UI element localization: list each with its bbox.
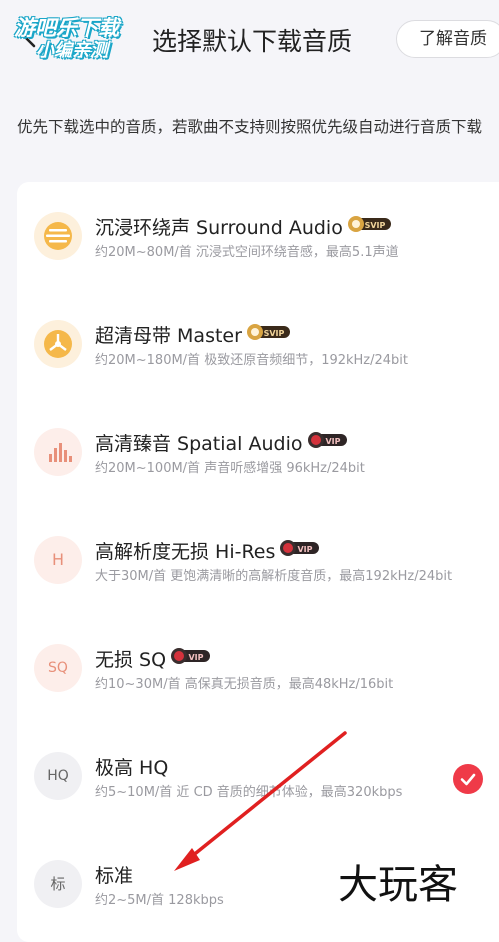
watermark-top-line2: 小编亲测 (36, 40, 108, 61)
svip-badge: SVIP (246, 323, 290, 346)
quality-option-spatial[interactable]: 高清臻音 Spatial Audio VIP 约20M~100M/首 声音听感增强… (17, 398, 499, 506)
option-name: 高清臻音 Spatial Audio VIP (95, 429, 347, 456)
vip-badge: VIP (279, 539, 320, 562)
quality-option-sq[interactable]: SQ 无损 SQ VIP 约10~30M/首 高保真无损音质，最高48kHz/16… (17, 614, 499, 722)
hq-icon: HQ (34, 752, 82, 800)
svg-text:VIP: VIP (189, 653, 204, 662)
quality-option-hires[interactable]: H 高解析度无损 Hi-Res VIP 大于30M/首 更饱满清晰的高解析度音质，… (17, 506, 499, 614)
option-name: 无损 SQ VIP (95, 645, 211, 672)
quality-option-hq[interactable]: HQ 极高 HQ 约5~10M/首 近 CD 音质的细节体验，最高320kbps (17, 722, 499, 830)
standard-icon: 标 (34, 860, 82, 908)
svg-text:VIP: VIP (325, 437, 340, 446)
surround-icon (34, 212, 82, 260)
spatial-icon (34, 428, 82, 476)
option-subtitle: 约10~30M/首 高保真无损音质，最高48kHz/16bit (95, 677, 394, 692)
option-name: 高解析度无损 Hi-Res VIP (95, 537, 320, 564)
option-subtitle: 约20M~180M/首 极致还原音频细节，192kHz/24bit (95, 353, 409, 368)
master-icon (34, 320, 82, 368)
svg-text:VIP: VIP (298, 545, 313, 554)
quality-option-surround[interactable]: 沉浸环绕声 Surround Audio SVIP 约20M~80M/首 沉浸式空… (17, 182, 499, 290)
option-name: 标准 (95, 865, 134, 887)
svg-text:SVIP: SVIP (264, 329, 285, 338)
option-subtitle: 大于30M/首 更饱满清晰的高解析度音质，最高192kHz/24bit (95, 569, 453, 584)
watermark-bottom: 大玩客 (338, 862, 458, 908)
description-text: 优先下载选中的音质，若歌曲不支持则按照优先级自动进行音质下载 (17, 118, 483, 136)
hires-icon: H (34, 536, 82, 584)
svg-text:SVIP: SVIP (364, 221, 385, 230)
page-title: 选择默认下载音质 (152, 27, 353, 56)
vip-badge: VIP (307, 431, 347, 454)
option-name: 极高 HQ (95, 757, 169, 779)
header-bar: 游吧乐下载 小编亲测 选择默认下载音质 了解音质 (0, 0, 499, 80)
option-name: 超清母带 Master SVIP (95, 321, 290, 348)
option-subtitle: 约20M~100M/首 声音听感增强 96kHz/24bit (95, 461, 365, 476)
option-subtitle: 约20M~80M/首 沉浸式空间环绕音感，最高5.1声道 (95, 245, 399, 260)
sq-icon: SQ (34, 644, 82, 692)
learn-quality-button[interactable]: 了解音质 (396, 20, 499, 58)
vip-badge: VIP (170, 647, 211, 670)
svip-badge: SVIP (347, 215, 391, 238)
selected-check-icon[interactable] (453, 764, 483, 794)
quality-option-master[interactable]: 超清母带 Master SVIP 约20M~180M/首 极致还原音频细节，192… (17, 290, 499, 398)
option-name: 沉浸环绕声 Surround Audio SVIP (95, 213, 391, 240)
option-subtitle: 约2~5M/首 128kbps (95, 893, 224, 908)
option-subtitle: 约5~10M/首 近 CD 音质的细节体验，最高320kbps (95, 785, 403, 800)
